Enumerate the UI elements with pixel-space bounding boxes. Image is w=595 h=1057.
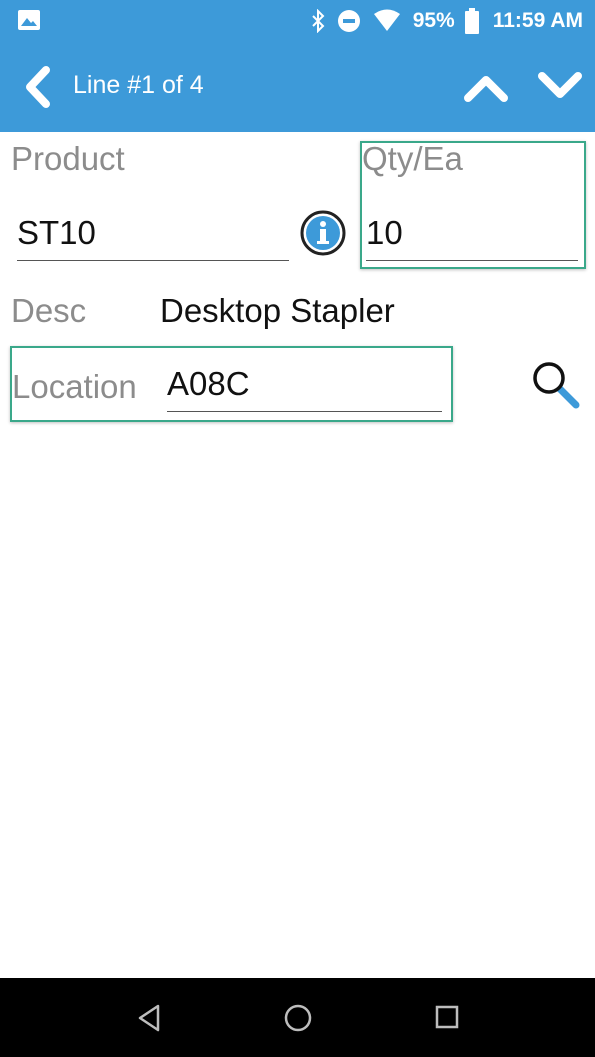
wifi-icon — [373, 9, 400, 31]
desc-value: Desktop Stapler — [160, 292, 395, 329]
battery-percent: 95% — [412, 9, 455, 32]
battery-icon — [464, 8, 479, 34]
desc-label: Desc — [11, 292, 87, 329]
chevron-down-icon[interactable] — [537, 66, 583, 102]
product-field[interactable]: ST10 — [17, 200, 289, 261]
status-bar: 95% 11:59 AM — [0, 0, 595, 42]
search-icon[interactable] — [530, 360, 586, 412]
info-icon[interactable] — [299, 209, 347, 257]
nav-back-icon[interactable] — [136, 1003, 162, 1033]
bluetooth-icon — [311, 9, 325, 33]
image-icon — [18, 10, 40, 30]
clock: 11:59 AM — [492, 9, 583, 32]
chevron-up-icon[interactable] — [463, 70, 509, 106]
qty-highlight — [360, 141, 586, 269]
nav-recents-icon[interactable] — [434, 1004, 460, 1030]
nav-home-icon[interactable] — [283, 1003, 313, 1033]
product-label: Product — [11, 140, 125, 177]
location-highlight — [10, 346, 453, 422]
status-icons: 95% 11:59 AM — [311, 6, 583, 36]
do-not-disturb-icon — [337, 10, 360, 32]
product-value: ST10 — [17, 214, 96, 251]
page-title: Line #1 of 4 — [73, 71, 204, 99]
back-chevron-icon[interactable] — [20, 64, 56, 110]
system-nav-bar — [0, 978, 595, 1057]
app-bar: Line #1 of 4 — [0, 42, 595, 132]
